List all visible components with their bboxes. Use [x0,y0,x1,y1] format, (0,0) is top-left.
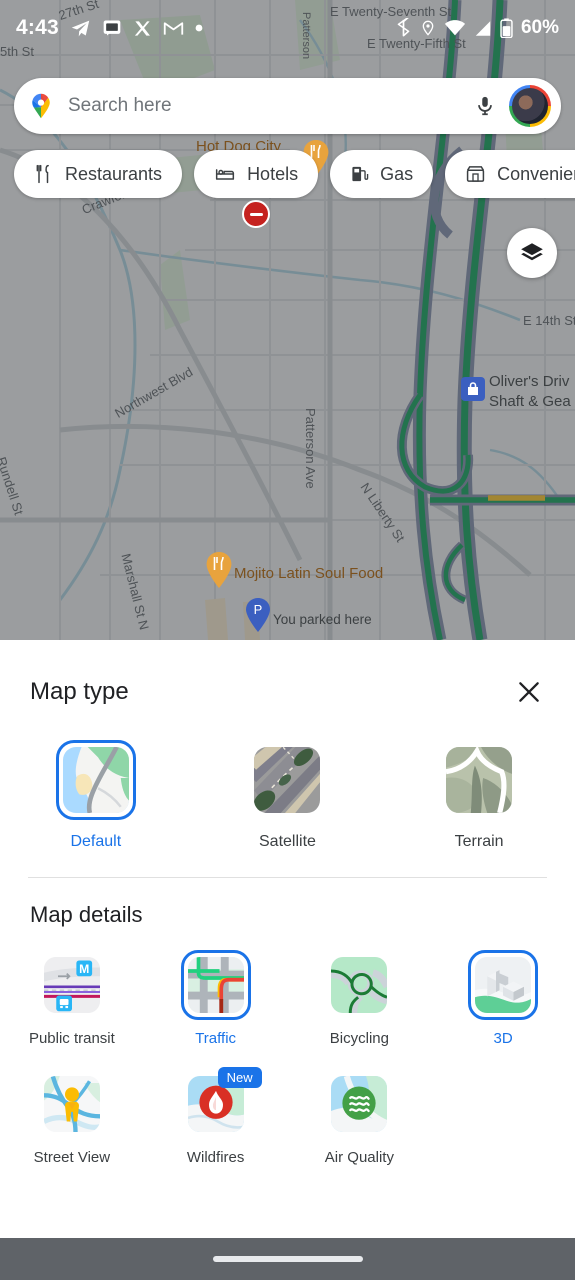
street-view-thumb-icon [43,1076,100,1132]
system-navigation-bar [0,1238,575,1280]
map-detail-label: Street View [33,1149,111,1166]
hotel-bed-icon [215,169,235,180]
battery-icon [500,18,513,38]
location-icon [422,20,434,36]
telegram-icon [71,20,90,36]
map-detail-air-quality[interactable]: Air Quality [288,1069,432,1166]
default-map-thumb-icon [62,747,129,813]
satellite-map-thumb-icon [254,747,321,813]
cellular-signal-icon [475,20,491,36]
gmail-icon [163,21,184,35]
close-icon [519,682,539,702]
map-type-default-label: Default [70,833,122,850]
map-details-row-1: M Public transit Traffic Bicycling 3D [0,928,575,1047]
store-icon[interactable] [461,377,485,401]
chip-label: Convenience [497,163,575,184]
status-bar-left: 4:43 [16,16,203,40]
map-detail-label: Wildfires [186,1149,245,1166]
road-closed-icon[interactable] [242,200,270,228]
parking-pin-icon[interactable]: P [246,598,270,632]
3d-thumb-icon [475,957,532,1013]
svg-text:M: M [79,962,89,976]
map-details-row-2: Street View New Wildfires Air Quality [0,1047,575,1166]
wifi-icon [444,20,466,36]
map-type-terrain[interactable]: Terrain [383,740,575,851]
map-type-default-thumb[interactable] [55,740,136,820]
map-detail-3d[interactable]: 3D [431,950,575,1047]
map-type-options: Default Satellite Terrain [0,712,575,851]
chip-hotels[interactable]: Hotels [194,150,319,198]
public-transit-thumb-icon: M [43,957,100,1013]
bicycling-thumb[interactable] [324,950,394,1020]
avatar[interactable] [509,85,551,127]
map-detail-wildfires[interactable]: New Wildfires [144,1067,288,1166]
restaurant-icon [36,164,49,184]
category-chips: Restaurants Hotels Gas Convenie [14,150,575,198]
phone-screen: 27th St 5th St E Twenty-Seventh St E Twe… [0,0,575,1280]
sheet-header: Map type [0,640,575,712]
map-type-terrain-label: Terrain [454,833,504,850]
more-dot-icon [195,24,203,32]
public-transit-thumb[interactable]: M [37,950,107,1020]
map-detail-traffic[interactable]: Traffic [144,950,288,1047]
terrain-map-thumb-icon [446,747,513,813]
voice-search-button[interactable] [465,86,505,126]
map-detail-label: Traffic [195,1030,237,1047]
home-indicator[interactable] [212,1256,363,1262]
gas-pump-icon [352,166,369,182]
layers-icon [521,243,543,261]
search-input[interactable]: Search here [68,95,465,117]
chip-convenience[interactable]: Convenience [445,150,575,198]
page-title: Map type [30,678,129,705]
traffic-thumb[interactable] [180,950,251,1020]
street-view-thumb[interactable] [37,1069,107,1139]
air-quality-thumb[interactable] [324,1069,394,1139]
bluetooth-icon [397,18,410,37]
map-type-satellite-label: Satellite [259,833,316,850]
google-maps-pin-icon [32,93,50,119]
map-type-sheet: Map type Default Satellite Terrain Map d… [0,640,575,1240]
map-type-default[interactable]: Default [0,740,192,851]
svg-text:P: P [254,602,263,617]
map-detail-label: Air Quality [324,1149,394,1166]
map-detail-label: Bicycling [329,1030,389,1047]
layers-button[interactable] [507,228,557,278]
microphone-icon [478,96,492,116]
wildfires-thumb[interactable]: New [181,1067,262,1139]
map-type-satellite-thumb[interactable] [247,740,327,820]
chip-label: Gas [380,163,414,184]
map-details-title: Map details [30,902,143,927]
bicycling-thumb-icon [331,957,388,1013]
x-twitter-icon [134,20,150,36]
map-detail-public-transit[interactable]: M Public transit [0,950,144,1047]
status-bar-right: 60% [395,17,559,39]
status-bar: 4:43 60% [0,0,575,56]
chip-gas[interactable]: Gas [330,150,434,198]
chip-label: Restaurants [65,163,163,184]
search-bar[interactable]: Search here [14,78,561,134]
air-quality-thumb-icon [331,1076,388,1132]
new-badge: New [217,1067,262,1088]
convenience-store-icon [466,166,485,182]
map-detail-empty-slot [431,1069,575,1166]
map-detail-street-view[interactable]: Street View [0,1069,144,1166]
chip-label: Hotels [247,163,299,184]
battery-percent: 60% [520,17,559,38]
map-detail-bicycling[interactable]: Bicycling [288,950,432,1047]
map-detail-label: Public transit [28,1030,115,1047]
map-detail-label: 3D [493,1030,513,1047]
close-button[interactable] [509,672,549,712]
chip-restaurants[interactable]: Restaurants [14,150,183,198]
restaurant-pin-icon[interactable] [206,552,232,588]
status-time: 4:43 [16,16,59,39]
traffic-thumb-icon [187,957,244,1013]
3d-thumb[interactable] [468,950,539,1020]
map-type-satellite[interactable]: Satellite [192,740,384,851]
message-icon [103,20,121,36]
map-type-terrain-thumb[interactable] [439,740,519,820]
